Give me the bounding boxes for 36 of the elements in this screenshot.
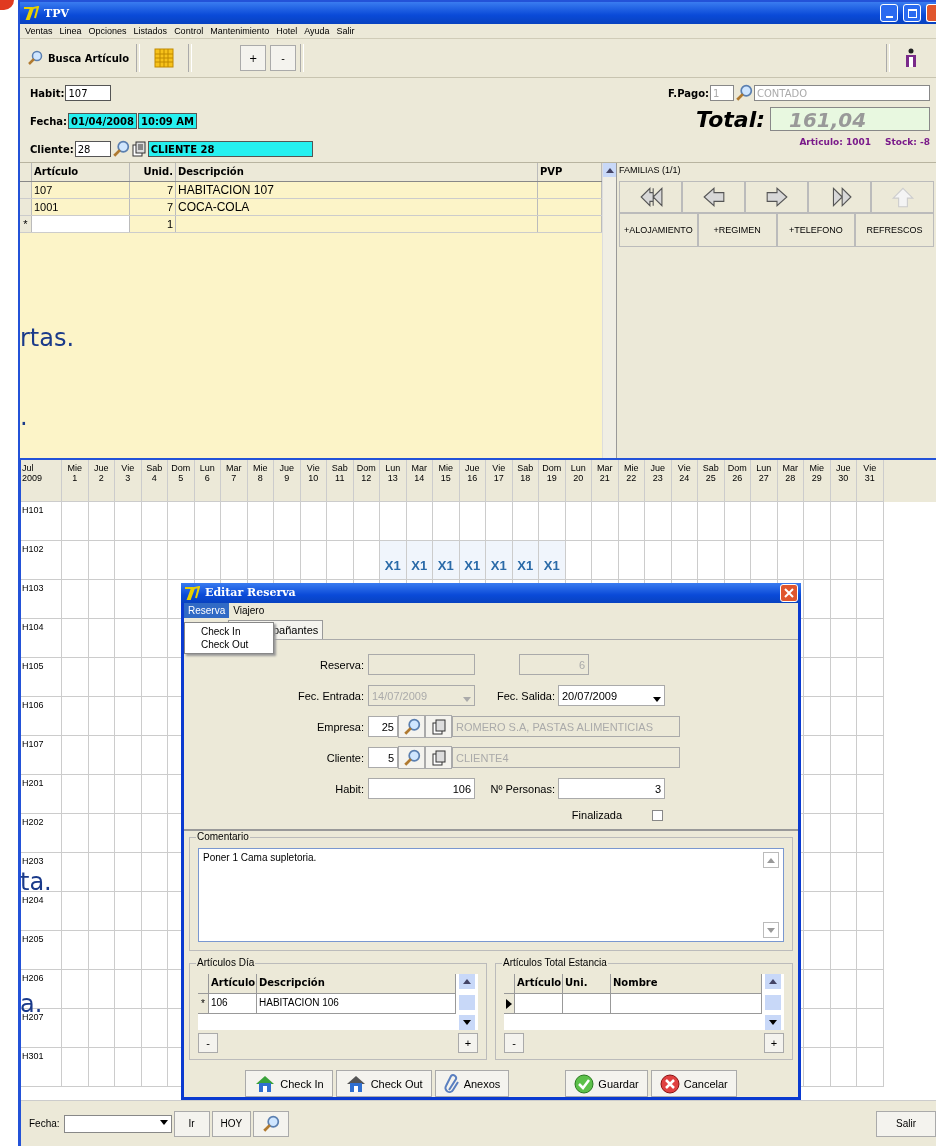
- client-label: Cliente:: [30, 143, 74, 155]
- total-field: 161,04: [770, 107, 930, 131]
- group-title: Artículos Total Estancia: [502, 957, 608, 968]
- room-label: Habit:: [334, 782, 365, 795]
- window-title: TPV: [44, 6, 69, 20]
- table-cell: 106: [209, 994, 257, 1013]
- reservation-label: Reserva:: [318, 658, 365, 671]
- table-cell: 7: [130, 182, 176, 198]
- table-cell: HABITACION 106: [257, 994, 456, 1013]
- article-info: Articulo: 1001: [799, 137, 871, 147]
- stock-info: Stock: -8: [884, 137, 930, 147]
- date-label: Fecha:: [29, 1118, 60, 1129]
- guests-label: Nº Personas:: [489, 782, 556, 795]
- company-label: Empresa:: [315, 720, 365, 733]
- table-cell: COCA-COLA: [176, 199, 538, 215]
- slide-text: .: [20, 405, 28, 429]
- table-cell: 107: [32, 182, 130, 198]
- check-in-date-label: Fec. Entrada:: [296, 689, 365, 702]
- families-title: FAMILIAS (1/1): [619, 165, 682, 177]
- client-label: Cliente:: [325, 751, 365, 764]
- table-cell: 1: [130, 216, 176, 232]
- group-title: Artículos Día: [196, 957, 256, 968]
- table-cell: HABITACION 107: [176, 182, 538, 198]
- window-title: Editar Reserva: [205, 586, 296, 600]
- comment-label: Comentario: [196, 831, 250, 842]
- finished-label: Finalizada: [571, 809, 622, 821]
- payment-label: F.Pago:: [668, 87, 709, 99]
- date-label: Fecha:: [30, 115, 67, 127]
- row-marker: *: [201, 996, 205, 1011]
- total-label: Total:: [696, 106, 765, 132]
- table-cell: 7: [130, 199, 176, 215]
- table-cell: 1001: [32, 199, 130, 215]
- check-out-date-label: Fec. Salida:: [495, 689, 556, 702]
- habit-label: Habit:: [30, 87, 65, 99]
- month-label: Jul 2009: [21, 460, 62, 502]
- slide-text: rtas.: [20, 326, 75, 350]
